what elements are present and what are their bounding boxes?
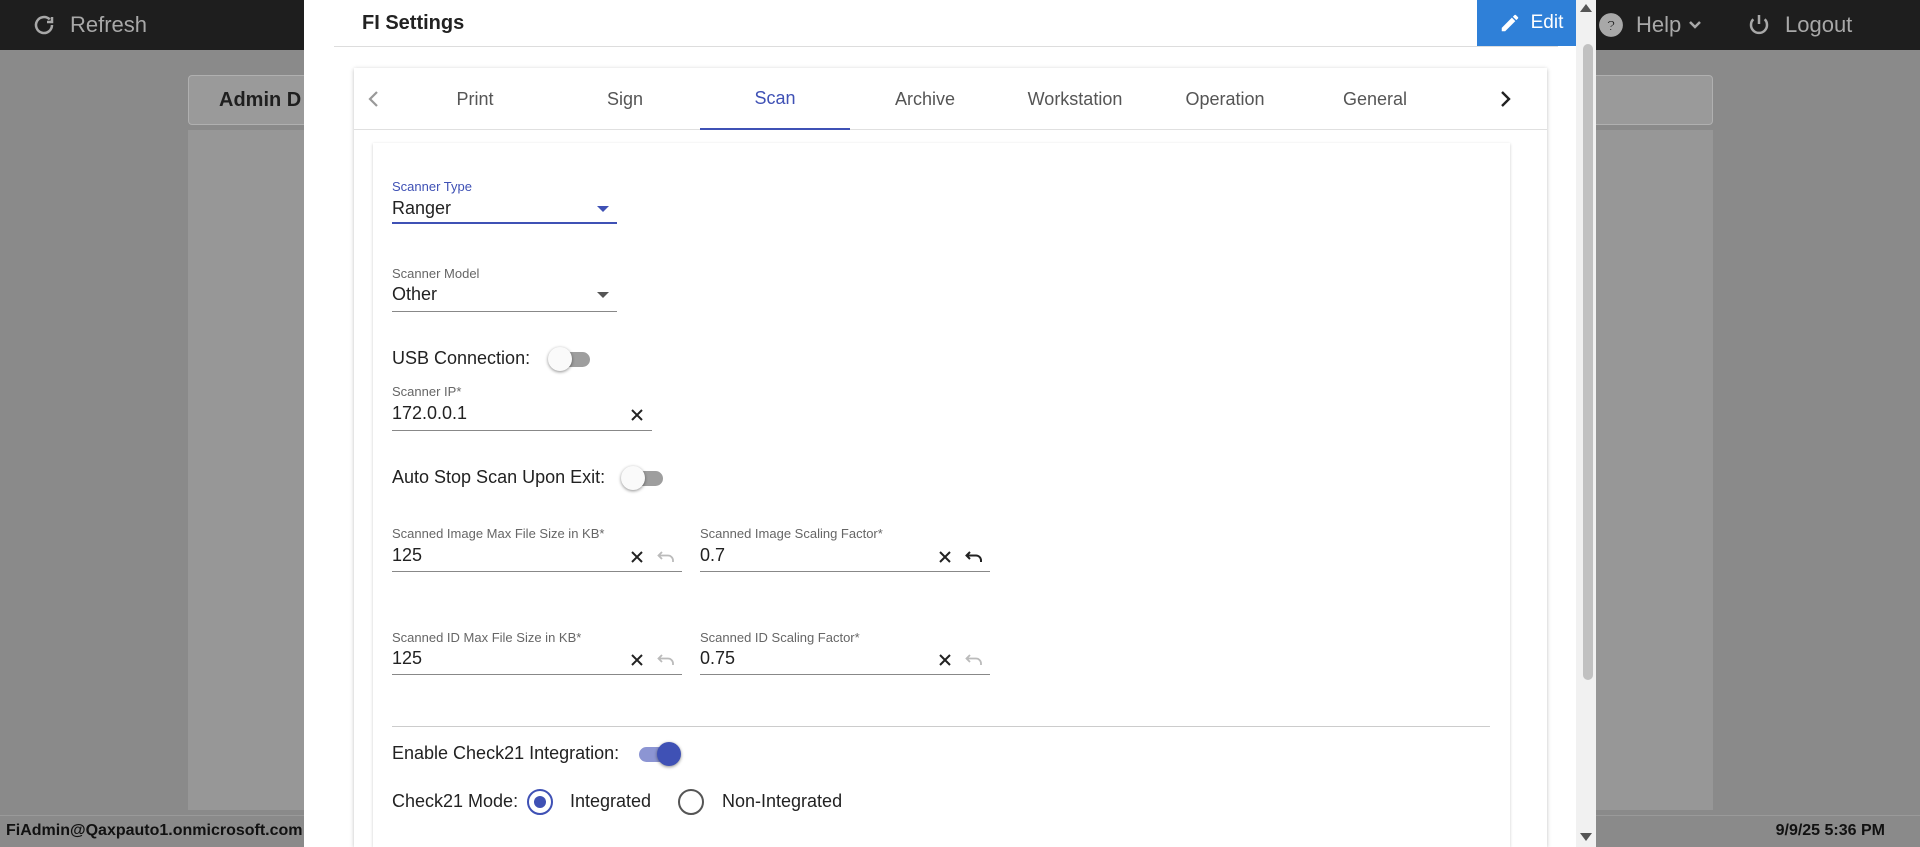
tab-sign[interactable]: Sign: [550, 68, 700, 130]
id-scaling-underline: [700, 674, 990, 675]
check21-integrated-radio[interactable]: [527, 789, 553, 815]
check21-mode-label: Check21 Mode:: [392, 791, 519, 811]
scanner-ip-input[interactable]: 172.0.0.1: [392, 403, 467, 424]
id-max-size-label: Scanned ID Max File Size in KB*: [392, 630, 582, 645]
image-scaling-underline: [700, 571, 990, 572]
tab-general[interactable]: General: [1300, 68, 1450, 130]
scanner-type-label: Scanner Type: [392, 179, 472, 194]
close-icon[interactable]: [935, 547, 955, 567]
close-icon[interactable]: [627, 650, 647, 670]
section-divider: [392, 726, 1490, 727]
undo-icon[interactable]: [964, 650, 984, 670]
scanner-model-underline: [392, 311, 617, 312]
logout-label: Logout: [1785, 12, 1853, 37]
refresh-icon: [34, 15, 54, 35]
check21-enable-toggle[interactable]: [635, 741, 681, 767]
tab-scroll-left[interactable]: [354, 68, 394, 130]
scan-settings-panel: [373, 143, 1510, 847]
chevron-down-icon[interactable]: [597, 206, 609, 212]
id-scaling-label: Scanned ID Scaling Factor*: [700, 630, 860, 645]
scanner-model-select[interactable]: Other: [392, 284, 437, 305]
scrollbar-thumb[interactable]: [1583, 44, 1593, 680]
refresh-button[interactable]: Refresh: [32, 0, 147, 50]
edit-label: Edit: [1530, 12, 1564, 33]
usb-connection-label: USB Connection:: [392, 348, 531, 368]
chevron-left-icon: [368, 91, 378, 107]
check21-non-integrated-radio[interactable]: [678, 789, 704, 815]
undo-icon[interactable]: [656, 547, 676, 567]
scroll-down-arrow[interactable]: [1580, 833, 1592, 841]
help-label: Help: [1636, 12, 1682, 37]
dialog-header: FI Settings Edit: [334, 0, 1585, 47]
image-max-size-underline: [392, 571, 682, 572]
tab-archive[interactable]: Archive: [850, 68, 1000, 130]
scanner-type-select[interactable]: Ranger: [392, 198, 451, 219]
id-max-size-input[interactable]: 125: [392, 648, 422, 669]
scanner-ip-label: Scanner IP*: [392, 384, 462, 399]
scanner-type-underline: [392, 222, 617, 224]
logout-button[interactable]: Logout: [1747, 0, 1852, 50]
refresh-label: Refresh: [70, 12, 148, 37]
scanner-model-label: Scanner Model: [392, 266, 480, 281]
scroll-up-arrow[interactable]: [1580, 4, 1592, 12]
close-icon[interactable]: [627, 405, 647, 425]
check21-integrated-label: Integrated: [570, 791, 652, 811]
settings-tabs: Print Sign Scan Archive Workstation Oper…: [354, 68, 1547, 130]
tab-print[interactable]: Print: [400, 68, 550, 130]
image-scaling-input[interactable]: 0.7: [700, 545, 725, 566]
help-icon: ?: [1599, 13, 1623, 37]
id-scaling-input[interactable]: 0.75: [700, 648, 735, 669]
image-scaling-label: Scanned Image Scaling Factor*: [700, 526, 883, 541]
admin-title: Admin D: [219, 89, 302, 111]
chevron-down-icon[interactable]: [597, 292, 609, 298]
auto-stop-label: Auto Stop Scan Upon Exit:: [392, 467, 606, 487]
tab-workstation[interactable]: Workstation: [1000, 68, 1150, 130]
power-icon: [1749, 15, 1769, 35]
usb-connection-toggle[interactable]: [548, 346, 594, 372]
footer-timestamp: 9/9/25 5:36 PM: [1775, 822, 1885, 839]
dialog-title: FI Settings: [362, 12, 465, 34]
scanner-ip-underline: [392, 430, 652, 431]
footer-user: FiAdmin@Qaxpauto1.onmicrosoft.com: [6, 822, 303, 839]
check21-enable-label: Enable Check21 Integration:: [392, 743, 620, 763]
close-icon[interactable]: [935, 650, 955, 670]
auto-stop-toggle[interactable]: [621, 465, 667, 491]
undo-icon[interactable]: [656, 650, 676, 670]
help-menu[interactable]: ? Help: [1598, 0, 1703, 50]
check21-non-integrated-label: Non-Integrated: [722, 791, 843, 811]
edit-button[interactable]: Edit: [1477, 0, 1585, 46]
undo-icon[interactable]: [964, 547, 984, 567]
tab-operation[interactable]: Operation: [1150, 68, 1300, 130]
svg-text:?: ?: [1606, 17, 1615, 34]
chevron-down-icon: [1689, 21, 1702, 29]
close-icon[interactable]: [627, 547, 647, 567]
chevron-right-icon: [1501, 91, 1511, 107]
image-max-size-input[interactable]: 125: [392, 545, 422, 566]
image-max-size-label: Scanned Image Max File Size in KB*: [392, 526, 605, 541]
id-max-size-underline: [392, 674, 682, 675]
tab-scan[interactable]: Scan: [700, 68, 850, 130]
pencil-icon: [1501, 14, 1518, 32]
tab-scroll-right[interactable]: [1485, 68, 1525, 130]
